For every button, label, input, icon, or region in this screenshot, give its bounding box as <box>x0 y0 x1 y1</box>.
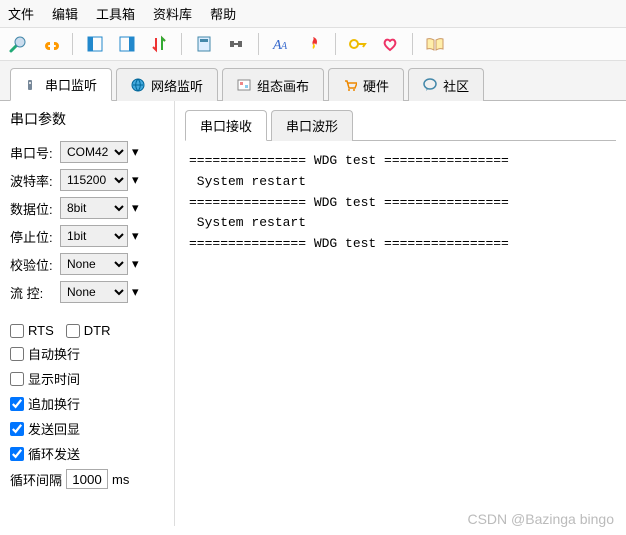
toolbar-separator <box>72 33 73 55</box>
book-icon[interactable] <box>423 32 447 56</box>
showtime-label: 显示时间 <box>28 369 80 388</box>
interval-unit: ms <box>112 472 129 487</box>
panel1-icon[interactable] <box>83 32 107 56</box>
parity-label: 校验位: <box>10 255 56 274</box>
canvas-icon <box>237 78 251 92</box>
interval-input[interactable] <box>66 469 108 489</box>
rts-label: RTS <box>28 323 54 338</box>
port-label: 串口号: <box>10 143 56 162</box>
globe-icon <box>131 78 145 92</box>
subtab-receive[interactable]: 串口接收 <box>185 110 267 141</box>
flow-label: 流 控: <box>10 283 56 302</box>
tab-network-monitor[interactable]: 网络监听 <box>116 68 218 101</box>
baud-select[interactable]: 115200 <box>60 169 128 191</box>
font-icon[interactable]: AA <box>269 32 293 56</box>
tab-serial-monitor[interactable]: 串口监听 <box>10 68 112 101</box>
stopbits-select[interactable]: 1bit <box>60 225 128 247</box>
chat-icon <box>423 78 437 92</box>
heart-icon[interactable] <box>378 32 402 56</box>
interval-label: 循环间隔 <box>10 470 62 489</box>
loop-checkbox[interactable] <box>10 447 24 461</box>
toolbar-separator <box>412 33 413 55</box>
watermark: CSDN @Bazinga bingo <box>467 511 614 527</box>
main-panel: 串口接收 串口波形 =============== WDG test =====… <box>175 101 626 526</box>
toolbar-separator <box>258 33 259 55</box>
baud-label: 波特率: <box>10 171 56 190</box>
menu-toolbox[interactable]: 工具箱 <box>96 4 135 23</box>
link-icon[interactable] <box>38 32 62 56</box>
sidebar: 串口参数 串口号:COM42▾ 波特率:115200▾ 数据位:8bit▾ 停止… <box>0 101 175 526</box>
menu-help[interactable]: 帮助 <box>210 4 236 23</box>
flow-select[interactable]: None <box>60 281 128 303</box>
dtr-checkbox[interactable] <box>66 324 80 338</box>
connect-icon[interactable] <box>6 32 30 56</box>
tab-label: 组态画布 <box>257 76 309 95</box>
echo-checkbox[interactable] <box>10 422 24 436</box>
key-icon[interactable] <box>346 32 370 56</box>
autowrap-label: 自动换行 <box>28 344 80 363</box>
subtab-waveform[interactable]: 串口波形 <box>271 110 353 141</box>
calc-icon[interactable] <box>192 32 216 56</box>
echo-label: 发送回显 <box>28 419 80 438</box>
toolbar: AA <box>0 28 626 61</box>
menu-file[interactable]: 文件 <box>8 4 34 23</box>
cable-icon[interactable] <box>224 32 248 56</box>
appendlf-label: 追加换行 <box>28 394 80 413</box>
tab-label: 串口监听 <box>45 75 97 94</box>
menu-edit[interactable]: 编辑 <box>52 4 78 23</box>
dtr-label: DTR <box>84 323 111 338</box>
loop-label: 循环发送 <box>28 444 80 463</box>
menubar: 文件 编辑 工具箱 资料库 帮助 <box>0 0 626 28</box>
tab-canvas[interactable]: 组态画布 <box>222 68 324 101</box>
menu-library[interactable]: 资料库 <box>153 4 192 23</box>
tab-label: 网络监听 <box>151 76 203 95</box>
sort-icon[interactable] <box>147 32 171 56</box>
parity-select[interactable]: None <box>60 253 128 275</box>
panel2-icon[interactable] <box>115 32 139 56</box>
toolbar-separator <box>181 33 182 55</box>
flame-icon[interactable] <box>301 32 325 56</box>
databits-label: 数据位: <box>10 199 56 218</box>
rts-checkbox[interactable] <box>10 324 24 338</box>
tab-community[interactable]: 社区 <box>408 68 484 101</box>
appendlf-checkbox[interactable] <box>10 397 24 411</box>
autowrap-checkbox[interactable] <box>10 347 24 361</box>
svg-text:A: A <box>280 41 288 52</box>
sub-tabbar: 串口接收 串口波形 <box>185 109 616 141</box>
port-select[interactable]: COM42 <box>60 141 128 163</box>
serial-icon <box>25 78 39 92</box>
toolbar-separator <box>335 33 336 55</box>
sidebar-title: 串口参数 <box>10 109 164 129</box>
serial-output: =============== WDG test ===============… <box>185 141 616 265</box>
databits-select[interactable]: 8bit <box>60 197 128 219</box>
tab-label: 社区 <box>443 76 469 95</box>
main-tabbar: 串口监听 网络监听 组态画布 硬件 社区 <box>0 61 626 101</box>
cart-icon <box>343 78 357 92</box>
stopbits-label: 停止位: <box>10 227 56 246</box>
showtime-checkbox[interactable] <box>10 372 24 386</box>
tab-hardware[interactable]: 硬件 <box>328 68 404 101</box>
tab-label: 硬件 <box>363 76 389 95</box>
